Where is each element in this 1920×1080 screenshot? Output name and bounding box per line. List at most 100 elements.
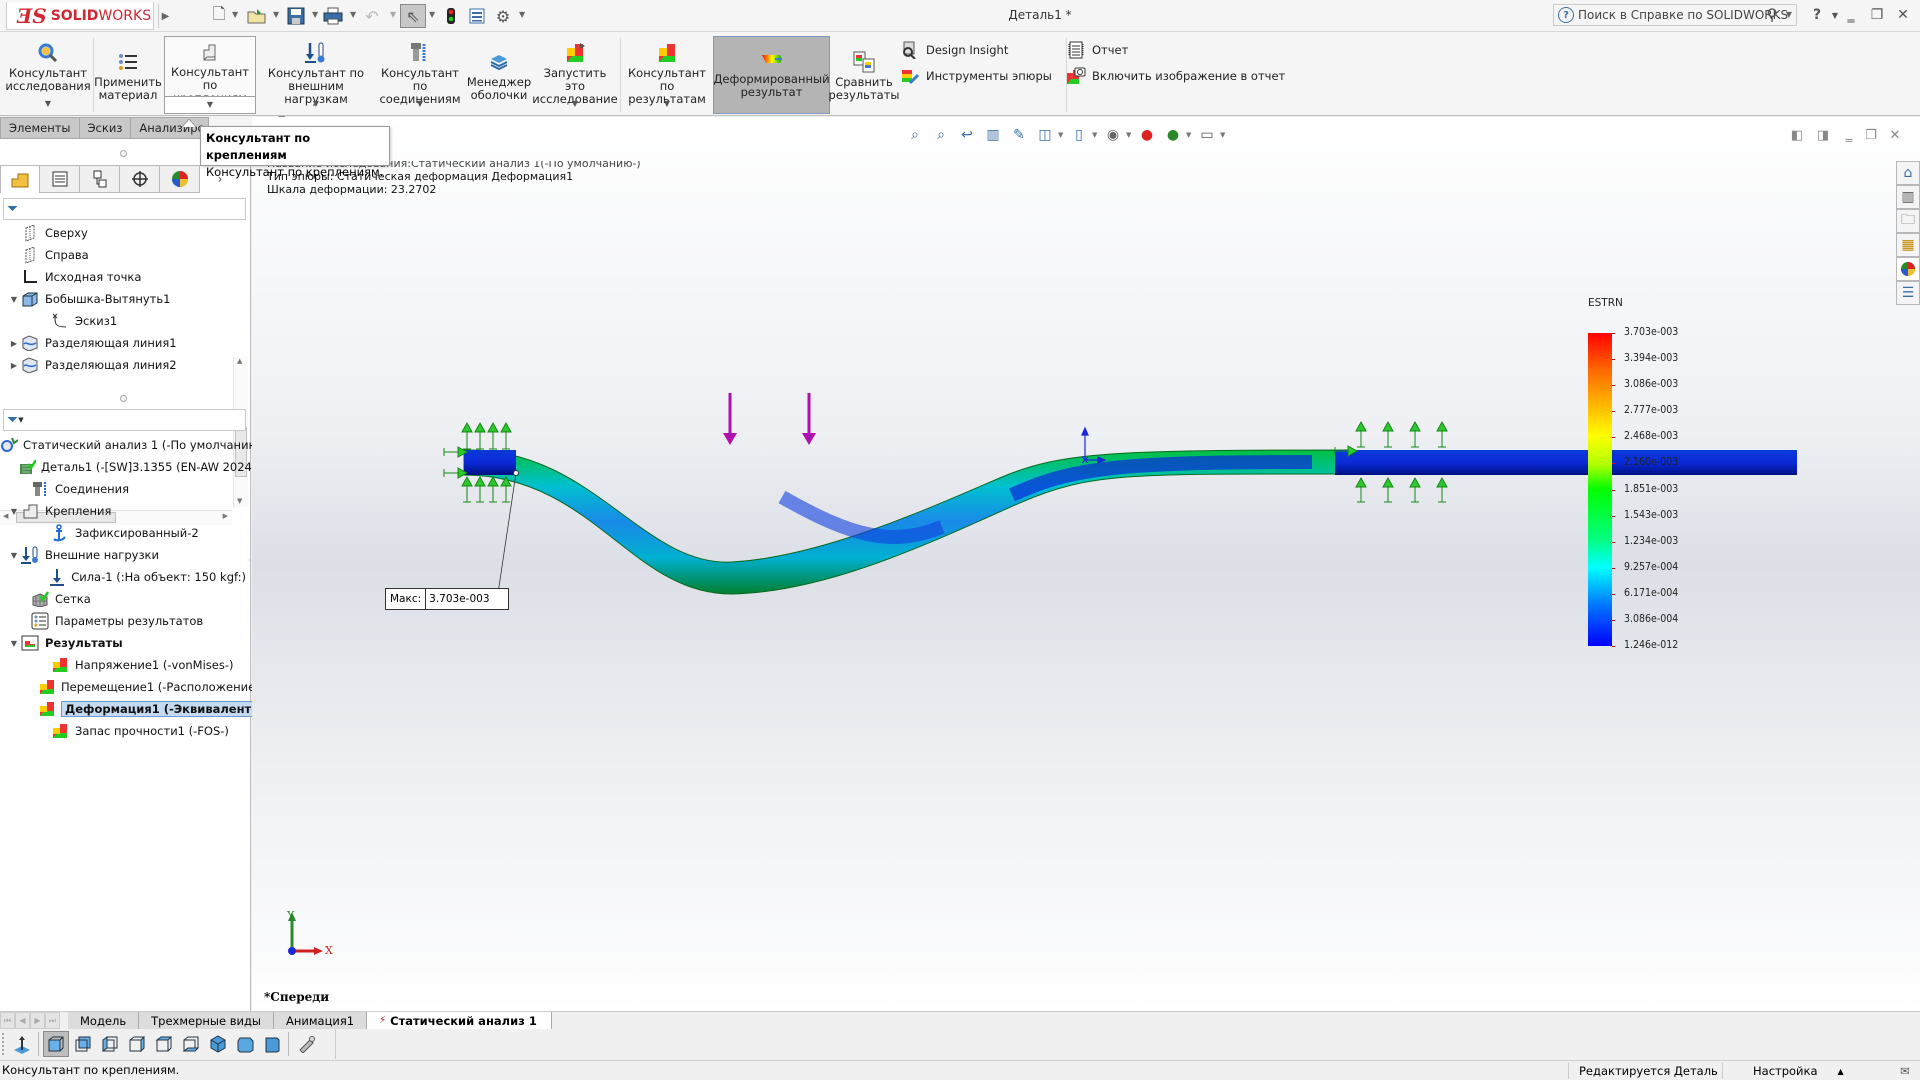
tree-item[interactable]: Запас прочности1 (-FOS-) [0,720,246,742]
help-search-input[interactable]: Поиск в Справке по SOLIDWORKS [1578,8,1788,22]
last-tab-button[interactable]: ⏭ [45,1012,60,1029]
tree-item[interactable]: ▼ Результаты [0,632,246,654]
tab-3d-views[interactable]: Трехмерные виды [139,1012,274,1029]
tree-item[interactable]: ▶ Разделяющая линия1 [0,332,246,354]
fixed-end-left[interactable] [464,450,516,475]
restore-button[interactable]: ❐ [1866,4,1888,26]
collapse-arrow-icon[interactable]: ▼ [8,295,20,304]
panel-collapse-handle[interactable]: ◦ [248,557,252,564]
minimize-button[interactable]: ‗ [1840,4,1862,26]
tree-item[interactable]: Параметры результатов [0,610,246,632]
tree-item[interactable]: Эскиз1 [0,310,246,332]
tree-item[interactable]: Соединения [0,478,246,500]
bottom-view-button[interactable] [178,1031,204,1057]
task-pane-view-palette[interactable]: ▦ [1896,233,1920,257]
tree-item[interactable]: Справа [0,244,246,266]
trimetric-view-button[interactable] [232,1031,258,1057]
tree-item[interactable]: Сверху [0,222,246,244]
tree-item[interactable]: ▼ Бобышка-Вытянуть1 [0,288,246,310]
tree-item[interactable]: Статический анализ 1 (-По умолчанию-) [0,434,267,456]
feature-tree-filter[interactable]: ⏷ [3,198,246,220]
deformed-beam[interactable] [463,449,1353,595]
dimetric-view-button[interactable] [259,1031,285,1057]
tab-animation[interactable]: Анимация1 [274,1012,368,1029]
tab-feature-manager[interactable] [0,165,40,193]
plot-tools-button[interactable]: Инструменты эпюры ▼ [900,66,1072,86]
straight-end-right[interactable] [1335,450,1797,475]
tab-dimxpert-manager[interactable] [120,165,160,193]
connections-advisor-button[interactable]: Консультант по соединениям ▼ [374,38,466,114]
tree-item[interactable]: Напряжение1 (-vonMises-) [0,654,246,676]
run-study-dropdown[interactable]: ▼ [532,97,618,110]
apply-material-button[interactable]: Применить материал [94,38,162,114]
deformed-result-button[interactable]: Деформированный результат [713,36,830,114]
report-button[interactable]: Отчет [1066,40,1128,60]
tree-item[interactable]: ▶ Разделяющая линия2 [0,354,246,376]
expand-arrow-icon[interactable]: ▶ [8,339,20,348]
collapse-arrow-icon[interactable]: ▼ [8,507,20,516]
task-pane-custom-properties[interactable]: ☰ [1896,281,1920,305]
max-value-annotation[interactable]: Макс: 3.703e-003 [385,588,509,610]
top-view-button[interactable] [151,1031,177,1057]
graphics-area[interactable]: ⌕ ⌕ ↩ ▥ ✎ ◫ ▼ ▯ ▼ ◉ ▼ ● ● ▼ ▭ ▼ ◧ ◨ ‗ ❐ … [252,117,1920,1011]
include-image-in-report-button[interactable]: Включить изображение в отчет [1066,66,1285,86]
task-pane-file-explorer[interactable]: 🗀 [1896,209,1920,233]
tree-item[interactable]: Зафиксированный-2 [0,522,246,544]
tab-property-manager[interactable] [40,165,80,193]
right-view-button[interactable] [124,1031,150,1057]
tree-item[interactable]: Сила-1 (:На объект: 150 kgf:) [0,566,246,588]
tab-configuration-manager[interactable] [80,165,120,193]
panel-splitter-handle[interactable] [120,150,127,157]
task-pane-resources[interactable]: ⌂ [1896,161,1920,185]
units-button[interactable]: ✉ [1890,1063,1920,1079]
tab-display-manager[interactable] [160,165,200,193]
task-pane-appearances[interactable] [1896,257,1920,281]
shell-manager-button[interactable]: Менеджер оболочки [467,38,531,114]
results-advisor-dropdown[interactable]: ▼ [622,97,712,110]
external-loads-advisor-button[interactable]: Консультант по внешним нагрузкам ▼ [262,38,370,114]
connections-dropdown[interactable]: ▼ [374,97,466,110]
collapse-arrow-icon[interactable]: ▼ [8,551,20,560]
results-advisor-button[interactable]: Консультант по результатам ▼ [622,38,712,114]
first-tab-button[interactable]: ⏮ [0,1012,15,1029]
compare-results-button[interactable]: Сравнить результаты [829,38,899,114]
back-view-button[interactable] [70,1031,96,1057]
tab-static-study[interactable]: ⚡ Статический анализ 1 [367,1012,552,1029]
tree-item[interactable]: Деформация1 (-Эквивалент-) [0,698,266,720]
tab-features[interactable]: Элементы [0,117,80,139]
left-view-button[interactable] [97,1031,123,1057]
tree-item[interactable]: Сетка [0,588,246,610]
tree-item[interactable]: ▼ Внешние нагрузки [0,544,246,566]
fixtures-advisor-dropdown[interactable]: ▼ [164,96,256,114]
configuration-status[interactable]: Настройка ▲ [1722,1063,1862,1079]
run-study-button[interactable]: Запустить это исследование ▼ [532,38,618,114]
tab-sketch[interactable]: Эскиз [79,117,132,139]
close-button[interactable]: ✕ [1892,4,1914,26]
external-loads-dropdown[interactable]: ▼ [262,97,370,110]
tree-item[interactable]: ▼ Крепления [0,500,246,522]
view-selector-button[interactable] [293,1031,319,1057]
legend-color-bar[interactable] [1588,333,1612,646]
fixtures-advisor-button[interactable]: Консультант по креплениям ▼ [164,36,256,114]
front-view-button[interactable] [43,1031,69,1057]
expand-arrow-icon[interactable]: ▶ [8,361,20,370]
help-search-box[interactable]: ? Поиск в Справке по SOLIDWORKS ⚲ ▼ [1553,4,1797,26]
collapse-arrow-icon[interactable]: ▼ [8,639,20,648]
search-icon[interactable]: ⚲ [1766,5,1778,24]
search-dropdown-arrow[interactable]: ▼ [1786,10,1792,19]
next-tab-button[interactable]: ▶ [30,1012,45,1029]
prev-tab-button[interactable]: ◀ [15,1012,30,1029]
normal-to-button[interactable] [9,1031,35,1057]
tab-model[interactable]: Модель [68,1012,140,1029]
design-insight-button[interactable]: Design Insight [900,40,1008,60]
task-pane-design-library[interactable]: ▥ [1896,185,1920,209]
tab-evaluate[interactable]: Анализиро [131,117,210,139]
study-advisor-dropdown[interactable]: ▼ [6,97,90,110]
tree-item[interactable]: Перемещение1 (-Расположение [0,676,255,698]
tree-item[interactable]: Деталь1 (-[SW]3.1355 (EN-AW 2024)-) [0,456,265,478]
tree-splitter-handle[interactable] [120,395,127,402]
study-advisor-button[interactable]: Консультант исследования ▼ [5,38,91,114]
tree-item[interactable]: Исходная точка [0,266,246,288]
simulation-tree-filter[interactable]: ⏷ ▼ [3,409,246,431]
isometric-view-button[interactable] [205,1031,231,1057]
